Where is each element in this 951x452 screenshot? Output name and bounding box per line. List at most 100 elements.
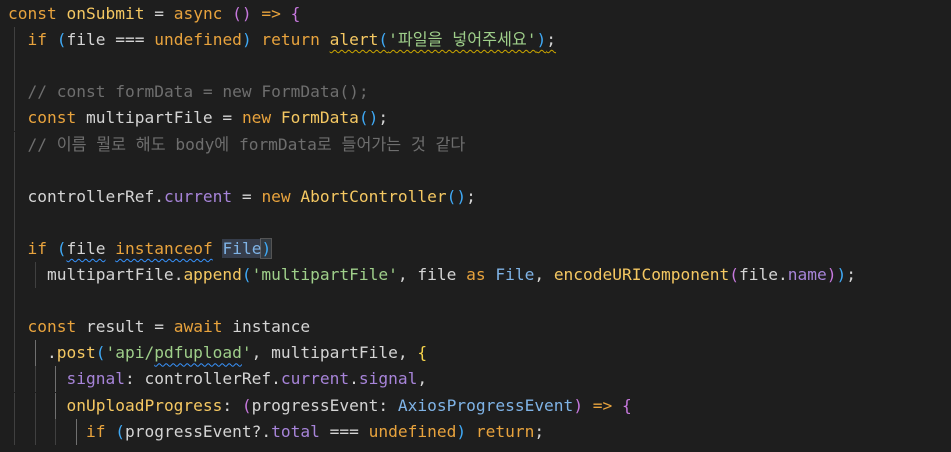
code-token: const: [8, 4, 67, 23]
code-token: file: [417, 265, 457, 284]
code-token: multipartFile: [85, 108, 213, 128]
code-token: 'api/: [105, 343, 155, 363]
code-token: ,: [534, 265, 554, 284]
code-token: (): [358, 108, 379, 128]
code-line[interactable]: [0, 209, 951, 236]
indent-guide: [14, 366, 15, 393]
code-line[interactable]: signal: controllerRef.current.signal,: [0, 366, 951, 393]
code-token: as: [456, 265, 496, 284]
code-token: controllerRef: [27, 186, 155, 206]
code-token: new: [261, 186, 301, 206]
code-token: name: [787, 265, 827, 284]
code-token: =: [144, 4, 174, 23]
code-token: (: [241, 395, 252, 415]
code-token: await: [173, 317, 233, 337]
code-token: progressEvent: [124, 421, 252, 441]
code-token: if: [85, 421, 116, 441]
code-token: encodeURIComponent: [553, 265, 730, 284]
code-token: controllerRef: [144, 369, 272, 389]
code-token: undefined: [154, 30, 242, 50]
code-token: '파일을 넣어주세요': [388, 30, 537, 50]
indent-guide: [14, 314, 15, 341]
code-token: progressEvent: [251, 395, 379, 415]
code-line[interactable]: // 이름 뭘로 해도 body에 formData로 들어가는 것 같다: [0, 131, 951, 158]
code-token: {: [417, 343, 428, 363]
code-line[interactable]: multipartFile.append('multipartFile', fi…: [0, 262, 951, 288]
code-token: :: [124, 369, 145, 389]
code-token: .: [154, 186, 164, 206]
code-token: (: [56, 238, 67, 258]
indent-guide: [14, 157, 15, 184]
code-line[interactable]: const multipartFile = new FormData();: [0, 105, 951, 132]
code-line[interactable]: [0, 53, 951, 80]
indent-guide: [14, 79, 15, 106]
code-token: ,: [397, 265, 418, 284]
code-line[interactable]: controllerRef.current = new AbortControl…: [0, 183, 951, 210]
code-token: ): [241, 30, 252, 50]
indent-guide: [14, 53, 15, 80]
code-token: File: [222, 238, 262, 258]
code-token: ': [241, 343, 252, 363]
indent-guide: [14, 105, 15, 132]
code-token: new: [241, 108, 281, 128]
code-token: // const formData = new FormData();: [27, 82, 369, 102]
code-token: ?.: [251, 421, 272, 441]
code-line[interactable]: [0, 157, 951, 184]
code-token: =>: [583, 395, 623, 415]
code-line[interactable]: onUploadProgress: (progressEvent: AxiosP…: [0, 392, 951, 419]
code-token: .: [349, 369, 359, 389]
indent-guide: [14, 288, 15, 315]
code-line[interactable]: if (file === undefined) return alert('파일…: [0, 27, 951, 54]
code-token: .: [46, 343, 57, 363]
code-token: .: [173, 265, 184, 284]
code-line[interactable]: if (progressEvent?.total === undefined) …: [0, 418, 951, 445]
code-token: ===: [105, 30, 155, 50]
indent-guide: [34, 262, 36, 288]
code-editor[interactable]: const onSubmit = async () => { if (file …: [0, 0, 951, 452]
code-token: =: [144, 317, 174, 337]
code-token: multipartFile: [271, 343, 398, 363]
code-line[interactable]: if (file instanceof File): [0, 235, 951, 262]
indent-guide: [14, 235, 15, 262]
code-token: current: [280, 369, 350, 389]
code-token: File: [495, 265, 535, 284]
code-token: 'multipartFile': [251, 265, 398, 284]
code-token: =>: [261, 4, 291, 23]
code-line[interactable]: const onSubmit = async () => {: [0, 1, 951, 27]
code-token: :: [222, 395, 242, 415]
indent-guide: [14, 131, 15, 158]
code-token: // 이름 뭘로 해도 body에 formData로 들어가는 것 같다: [27, 134, 466, 154]
indent-guide: [34, 392, 36, 419]
code-token: const: [27, 317, 86, 337]
code-token: return: [466, 421, 535, 441]
code-token: ): [260, 237, 273, 259]
code-token: ;: [466, 186, 476, 206]
code-token: ,: [397, 343, 418, 363]
code-token: file: [739, 265, 778, 284]
code-token: const: [27, 108, 86, 128]
code-line[interactable]: [0, 288, 951, 315]
code-line[interactable]: .post('api/pdfupload', multipartFile, {: [0, 340, 951, 367]
indent-guide: [14, 27, 15, 54]
code-token: (: [56, 30, 67, 50]
code-token: ): [573, 395, 584, 415]
code-token: return: [251, 30, 330, 50]
code-token: onSubmit: [66, 4, 145, 23]
code-token: FormData: [280, 108, 359, 128]
code-token: (: [115, 421, 125, 441]
code-token: append: [183, 265, 242, 284]
code-line[interactable]: // const formData = new FormData();: [0, 79, 951, 106]
code-token: (: [241, 265, 252, 284]
code-token: current: [163, 186, 233, 206]
code-token: if: [27, 30, 57, 50]
code-line[interactable]: const result = await instance: [0, 314, 951, 341]
